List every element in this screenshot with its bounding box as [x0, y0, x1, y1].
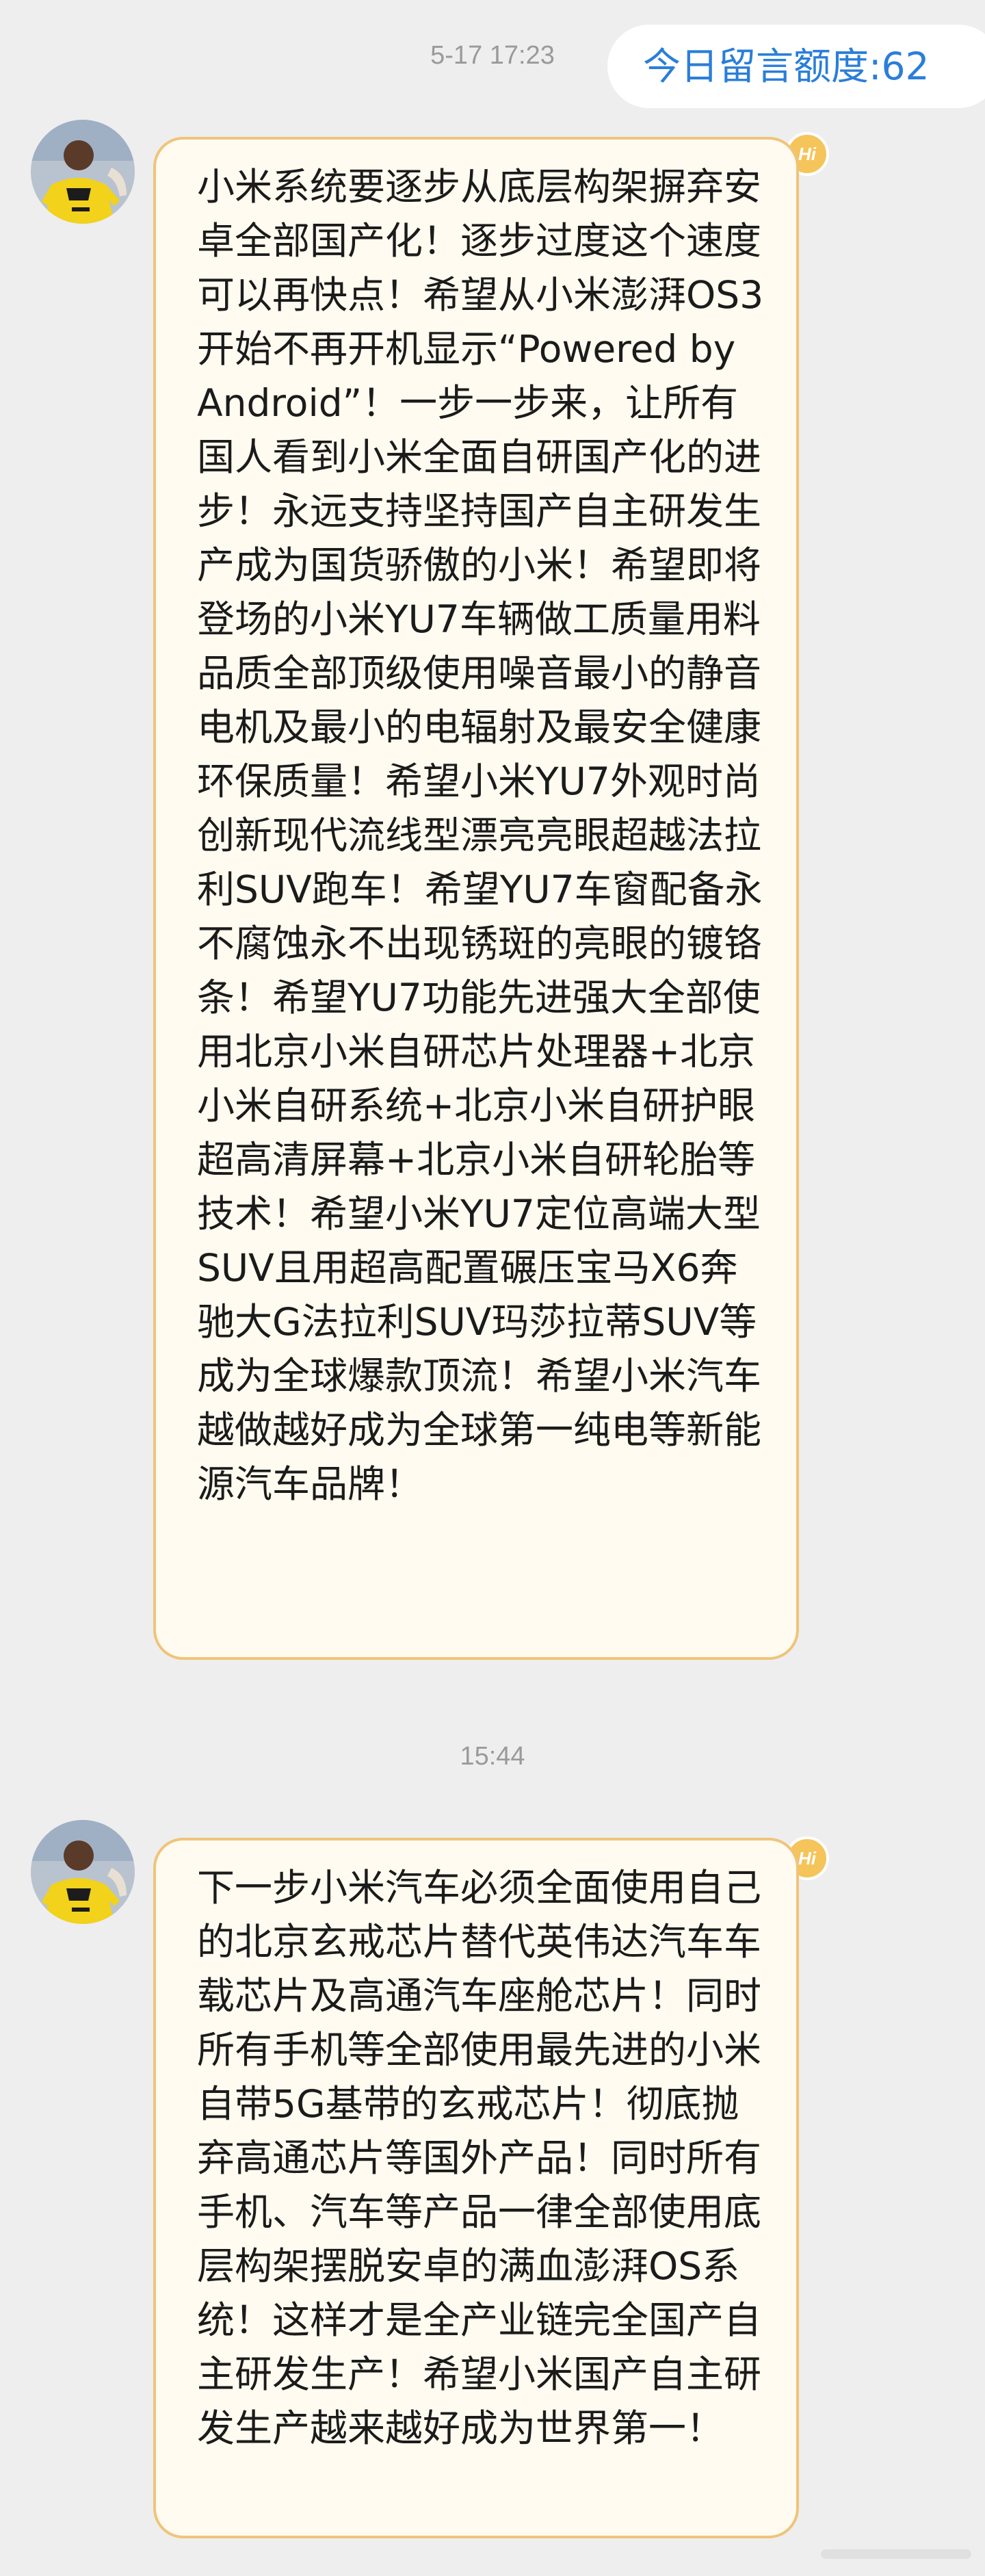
message-quota-badge: 今日留言额度:62 — [607, 25, 985, 108]
user-avatar-photo-icon — [31, 1820, 135, 1924]
message-bubble[interactable]: 下一步小米汽车必须全面使用自己的北京玄戒芯片替代英伟达汽车车载芯片及高通汽车座舱… — [153, 1838, 799, 2538]
timestamp: 15:44 — [460, 1742, 525, 1771]
user-avatar-photo-icon — [31, 120, 135, 224]
message-bubble[interactable]: 小米系统要逐步从底层构架摒弃安卓全部国产化！逐步过度这个速度可以再快点！希望从小… — [153, 137, 799, 1660]
watermark-icon — [821, 2549, 971, 2559]
avatar[interactable] — [31, 120, 135, 224]
chat-screen: 今日留言额度:62 5-17 17:23 Hi 小米系统要逐步从底层构架摒弃安卓… — [0, 0, 985, 2576]
timestamp: 5-17 17:23 — [430, 41, 555, 70]
avatar[interactable] — [31, 1820, 135, 1924]
